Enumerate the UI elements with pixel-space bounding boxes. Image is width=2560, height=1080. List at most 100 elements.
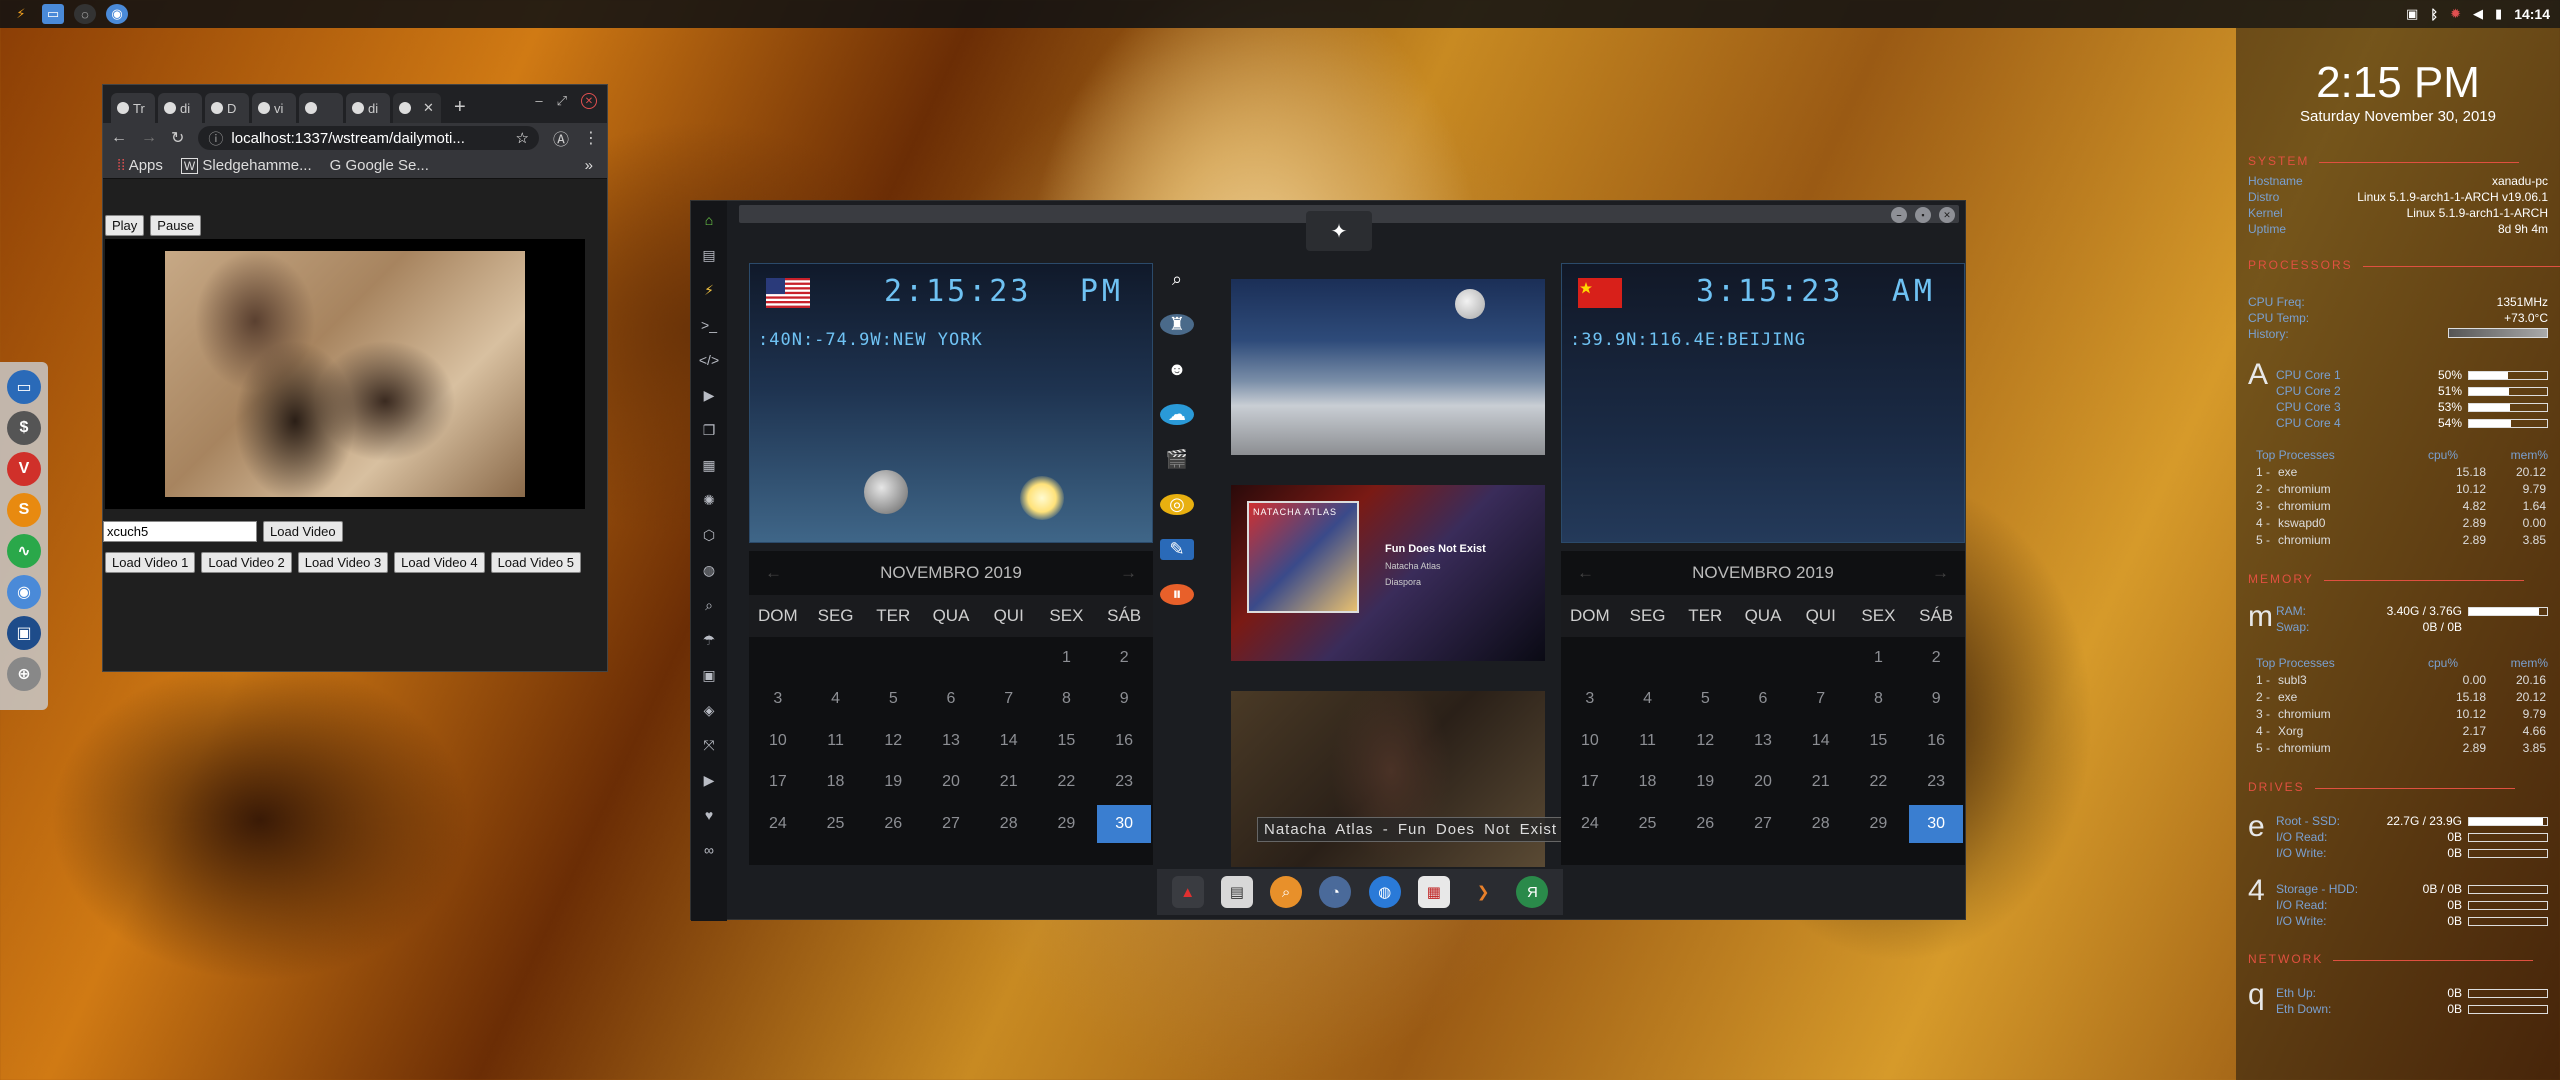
s-app-icon[interactable]: S xyxy=(7,493,41,527)
notes-icon[interactable]: ▤ xyxy=(1220,876,1253,908)
globe-app-icon[interactable]: ◍ xyxy=(1368,876,1401,908)
browser-icon[interactable]: ◌ xyxy=(74,4,96,24)
menu-kebab-icon[interactable]: ⋮ xyxy=(583,128,599,148)
image-icon[interactable]: ▦ xyxy=(699,454,719,476)
calendar-day[interactable]: 15 xyxy=(1850,720,1908,762)
calendar-day[interactable]: 13 xyxy=(1734,720,1792,762)
back-icon[interactable]: ← xyxy=(111,129,127,147)
calendar-day[interactable]: 2 xyxy=(1907,637,1965,679)
tab-6[interactable]: di xyxy=(346,93,390,123)
calendar-day[interactable]: 23 xyxy=(1907,762,1965,804)
info-icon[interactable]: ⓘ xyxy=(208,128,223,149)
calendar-day[interactable]: 18 xyxy=(1619,762,1677,804)
tab-1[interactable]: Tr xyxy=(111,93,155,123)
tab-3[interactable]: D xyxy=(205,93,249,123)
app-close-icon[interactable]: ✕ xyxy=(1939,207,1955,223)
album-art-thumbnail[interactable]: NATACHA ATLAS Fun Does Not Exist Natacha… xyxy=(1231,485,1545,661)
load-video-3-button[interactable]: Load Video 3 xyxy=(297,552,389,573)
calendar-day[interactable]: 10 xyxy=(749,720,807,762)
heart-icon[interactable]: ♥ xyxy=(699,804,719,826)
tab-4[interactable]: vi xyxy=(252,93,296,123)
chromium-dock-icon[interactable]: ◉ xyxy=(7,575,41,609)
calendar-day[interactable]: 11 xyxy=(1619,720,1677,762)
calendar-day[interactable]: 29 xyxy=(1850,803,1908,845)
calendar-day[interactable]: 4 xyxy=(807,679,865,721)
tab-5[interactable] xyxy=(299,93,343,123)
calendar-day[interactable]: 5 xyxy=(1676,679,1734,721)
bolt-icon[interactable]: ⚡ xyxy=(699,279,719,301)
load-video-2-button[interactable]: Load Video 2 xyxy=(201,552,292,573)
new-tab-icon[interactable]: + xyxy=(454,96,466,119)
close-icon[interactable]: ✕ xyxy=(581,93,597,109)
next-month-icon[interactable]: → xyxy=(1120,563,1137,583)
code-icon[interactable]: </> xyxy=(699,349,719,371)
calendar-day[interactable]: 20 xyxy=(922,762,980,804)
calendar-day[interactable]: 9 xyxy=(1907,679,1965,721)
calendar-day[interactable]: 22 xyxy=(1850,762,1908,804)
diamond-icon[interactable]: ◈ xyxy=(699,699,719,721)
calendar-day[interactable]: 20 xyxy=(1734,762,1792,804)
calendar-day[interactable]: 10 xyxy=(1561,720,1619,762)
vivaldi-icon[interactable]: V xyxy=(7,452,41,486)
rocket-icon[interactable]: ♜ xyxy=(1160,314,1194,335)
calendar-day[interactable]: 5 xyxy=(864,679,922,721)
calendar-day[interactable]: 6 xyxy=(1734,679,1792,721)
calendar-day[interactable]: 24 xyxy=(749,803,807,845)
calendar-day[interactable]: 27 xyxy=(1734,803,1792,845)
calendar-day[interactable]: 12 xyxy=(864,720,922,762)
pikachu-icon[interactable]: ☻ xyxy=(1160,359,1194,380)
clapper-icon[interactable]: 🎬 xyxy=(1160,449,1194,470)
play-circle-icon[interactable]: ▶ xyxy=(699,384,719,406)
home-icon[interactable]: ⌂ xyxy=(699,209,719,231)
calendar-day[interactable]: 26 xyxy=(864,803,922,845)
calendar-day[interactable]: 23 xyxy=(1095,762,1153,804)
calendar-app-icon[interactable]: ▦ xyxy=(1417,876,1450,908)
activity-icon[interactable]: ∿ xyxy=(7,534,41,568)
swirl-icon[interactable]: ◎ xyxy=(1160,494,1194,515)
bluetooth-icon[interactable]: ᛒ xyxy=(2430,7,2438,22)
screen-icon[interactable]: ▣ xyxy=(7,616,41,650)
window-icon[interactable]: ▭ xyxy=(7,370,41,404)
calendar-day[interactable]: 14 xyxy=(1792,720,1850,762)
calendar-day[interactable]: 16 xyxy=(1907,720,1965,762)
calendar-day-today[interactable]: 30 xyxy=(1097,805,1151,843)
youtube-icon[interactable]: ▶ xyxy=(699,769,719,791)
calendar-day[interactable]: 11 xyxy=(807,720,865,762)
calendar-day[interactable]: 17 xyxy=(1561,762,1619,804)
play-button[interactable]: Play xyxy=(105,215,145,236)
calendar-day[interactable]: 16 xyxy=(1095,720,1153,762)
search-icon[interactable]: ⌕ xyxy=(1160,269,1194,290)
forward-icon[interactable]: → xyxy=(141,129,157,147)
expand-icon[interactable]: ⤧ xyxy=(699,734,719,756)
address-bar[interactable]: ⓘ localhost:1337/wstream/dailymoti... ☆ xyxy=(198,126,539,150)
network-icon[interactable]: ⊕ xyxy=(7,657,41,691)
calendar-day[interactable]: 1 xyxy=(1850,637,1908,679)
calendar-day[interactable]: 25 xyxy=(807,803,865,845)
calendar-day[interactable]: 21 xyxy=(980,762,1038,804)
copy-icon[interactable]: ❐ xyxy=(699,419,719,441)
calendar-day[interactable]: 8 xyxy=(1038,679,1096,721)
calendar-day[interactable]: 3 xyxy=(749,679,807,721)
search-app-icon[interactable]: ⌕ xyxy=(1270,876,1303,908)
bookmark-apps[interactable]: ⁞⁞ Apps xyxy=(117,157,163,174)
document-icon[interactable]: ▤ xyxy=(699,244,719,266)
next-month-icon[interactable]: → xyxy=(1932,563,1949,583)
calendar-day[interactable]: 19 xyxy=(864,762,922,804)
calendar-day[interactable]: 7 xyxy=(980,679,1038,721)
calendar-day[interactable]: 8 xyxy=(1850,679,1908,721)
calendar-day[interactable]: 21 xyxy=(1792,762,1850,804)
calendar-day[interactable]: 13 xyxy=(922,720,980,762)
calendar-day[interactable]: 12 xyxy=(1676,720,1734,762)
globe-icon[interactable]: ◍ xyxy=(699,559,719,581)
arrow-app-icon[interactable]: ❯ xyxy=(1467,876,1499,908)
calendar-day[interactable]: 1 xyxy=(1038,637,1096,679)
tab-2[interactable]: di xyxy=(158,93,202,123)
volume-icon[interactable]: ◀ xyxy=(2473,6,2483,22)
calendar-day[interactable]: 22 xyxy=(1038,762,1096,804)
infinity-icon[interactable]: ∞ xyxy=(699,839,719,861)
calendar-day[interactable]: 25 xyxy=(1619,803,1677,845)
clock[interactable]: 14:14 xyxy=(2514,6,2550,22)
close-tab-icon[interactable]: ✕ xyxy=(423,100,434,116)
calendar-day-today[interactable]: 30 xyxy=(1909,805,1963,843)
calendar-day[interactable]: 2 xyxy=(1095,637,1153,679)
